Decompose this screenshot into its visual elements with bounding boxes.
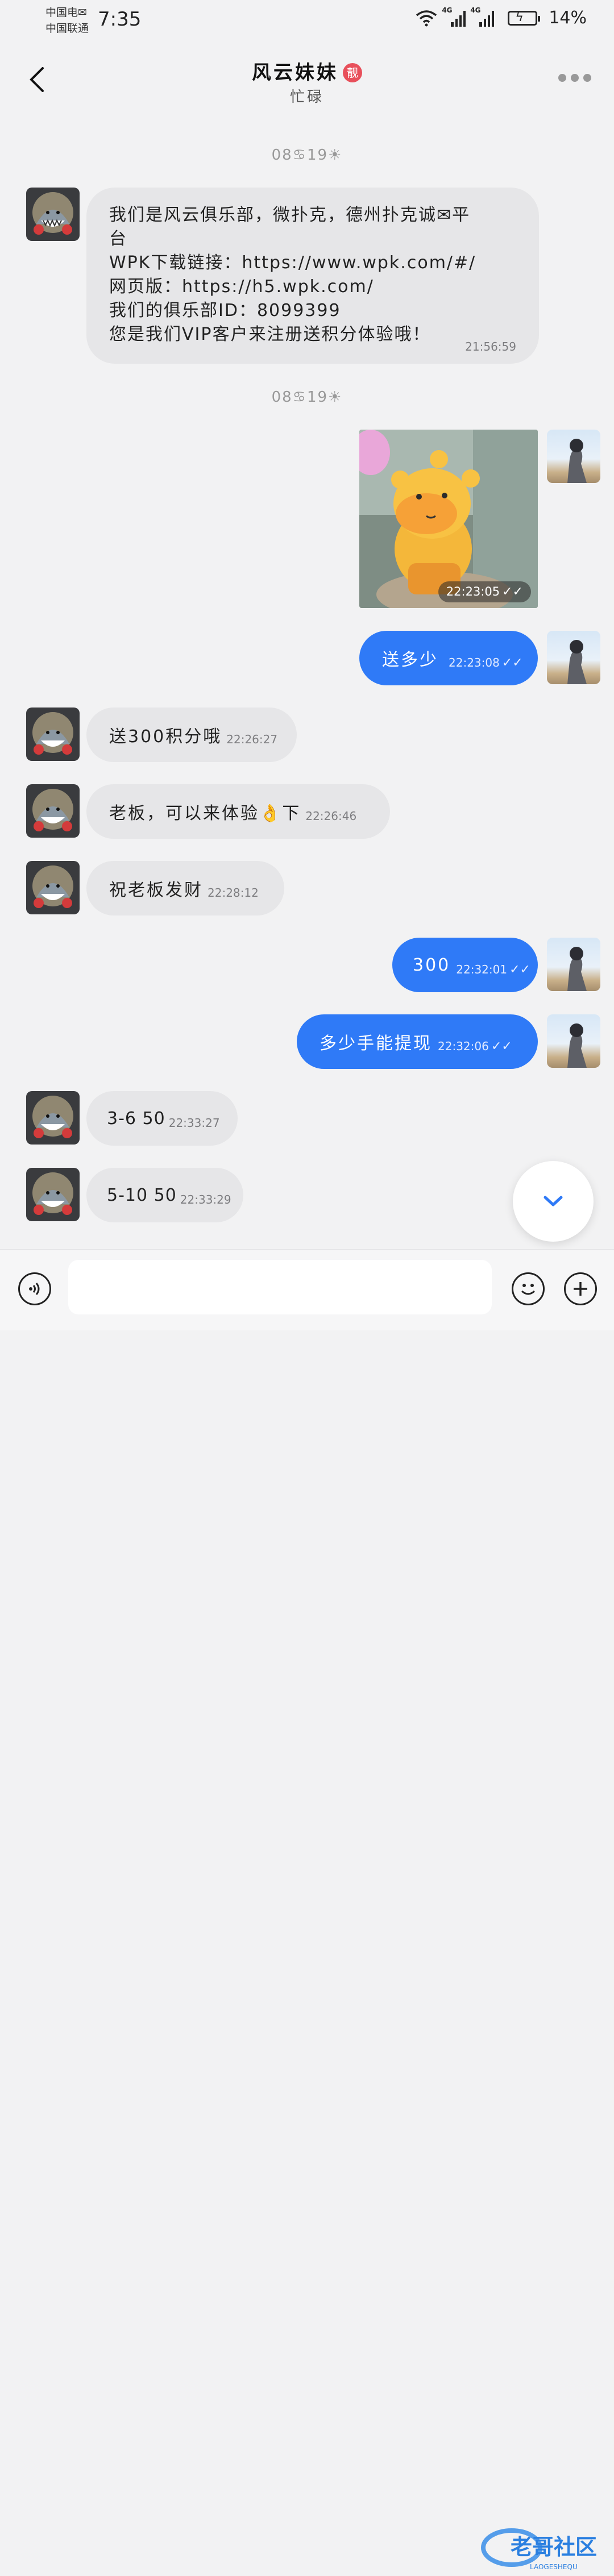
- message-line: 我们的俱乐部ID：8099399: [109, 301, 341, 321]
- carrier-2: 中国联通: [45, 22, 89, 35]
- chat-header: 风云妹妹靓 忙碌: [0, 45, 614, 119]
- contact-status: 忙碌: [289, 89, 324, 106]
- avatar[interactable]: [26, 188, 80, 241]
- shark-avatar-icon: [32, 192, 73, 235]
- message-time: 22:26:46: [305, 809, 357, 823]
- girl-avatar-icon: [567, 947, 587, 991]
- more-icon: [558, 74, 566, 82]
- status-bar: 中国电✉ 中国联通 7:35 4G 4G ϟ 14%: [0, 0, 614, 45]
- battery-icon: ϟ: [508, 10, 541, 26]
- chevron-down-icon: [544, 1196, 563, 1206]
- message-time: 22:32:01: [456, 963, 508, 976]
- message-bubble[interactable]: 送300积分哦 22:26:27: [86, 708, 297, 762]
- avatar[interactable]: [26, 861, 80, 914]
- message-bubble[interactable]: 送多少 22:23:08 ✓✓: [359, 631, 538, 685]
- message-bubble[interactable]: 我们是风云俱乐部，微扑克，德州扑克诚✉平 台 WPK下载链接：https://w…: [86, 188, 539, 364]
- message-time: 21:56:59: [465, 340, 516, 353]
- avatar[interactable]: [547, 631, 600, 684]
- message-line: 您是我们VIP客户来注册送积分体验哦！: [109, 324, 431, 344]
- voice-button[interactable]: [18, 1272, 51, 1305]
- date-separator: 08♋19☀: [271, 389, 343, 406]
- battery-level: 14%: [549, 8, 587, 28]
- shark-avatar-icon: [32, 1172, 73, 1215]
- message-line[interactable]: 网页版：https://h5.wpk.com/: [109, 275, 518, 299]
- message-bubble[interactable]: 老板，可以来体验👌下 22:26:46: [86, 784, 390, 839]
- shark-avatar-icon: [32, 1096, 73, 1138]
- message-line: 我们是风云俱乐部，微扑克，德州扑克诚✉平: [109, 205, 471, 225]
- emoji-icon: [521, 1284, 536, 1295]
- more-button[interactable]: [558, 74, 591, 82]
- carrier-info: 中国电✉ 中国联通: [45, 5, 89, 36]
- plus-icon: [574, 1282, 587, 1296]
- shark-avatar-icon: [32, 789, 73, 831]
- avatar[interactable]: [547, 430, 600, 483]
- message-time: 22:26:27: [226, 733, 278, 746]
- date-separator: 08♋19☀: [271, 147, 343, 164]
- carrier-1: 中国电✉: [45, 6, 87, 19]
- message-text: 多少手能提现: [320, 1034, 432, 1054]
- watermark-text: 老哥社区: [511, 2535, 597, 2560]
- contact-name-wrap[interactable]: 风云妹妹靓: [0, 57, 614, 85]
- message-time: 22:32:06: [438, 1039, 489, 1053]
- avatar[interactable]: [26, 784, 80, 838]
- status-icons: 4G 4G ϟ 14%: [416, 6, 587, 28]
- wifi-icon: [416, 10, 437, 26]
- scroll-to-bottom-button[interactable]: [513, 1161, 594, 1242]
- message-text: 5-10 50: [107, 1185, 177, 1205]
- add-attachment-button[interactable]: [564, 1272, 597, 1305]
- message-text: 送多少: [382, 650, 438, 670]
- message-bubble[interactable]: 祝老板发财 22:28:12: [86, 861, 284, 915]
- avatar[interactable]: [547, 1014, 600, 1068]
- shark-avatar-icon: [32, 712, 73, 755]
- vip-badge: 靓: [343, 63, 362, 82]
- girl-avatar-icon: [567, 439, 587, 483]
- watermark-subtext: LAOGESHEQU: [530, 2563, 578, 2571]
- message-text: 我们是风云俱乐部，微扑克，德州扑克诚✉平 台 WPK下载链接：https://w…: [109, 203, 518, 347]
- image-message[interactable]: 22:23:05 ✓✓: [359, 430, 538, 608]
- message-text: 送300积分哦: [109, 727, 222, 747]
- message-bubble[interactable]: 300 22:32:01 ✓✓: [392, 938, 538, 992]
- message-text: 3-6 50: [107, 1108, 165, 1129]
- input-bar: 老哥社区 LAOGESHEQU: [0, 1249, 614, 2571]
- watermark-logo: 老哥社区 LAOGESHEQU: [479, 2523, 609, 2574]
- avatar[interactable]: [26, 708, 80, 761]
- message-text: 老板，可以来体验👌下: [109, 804, 301, 823]
- message-text: 300: [413, 955, 451, 975]
- voice-icon: [29, 1283, 40, 1295]
- message-time: 22:33:27: [168, 1116, 220, 1130]
- status-time: 7:35: [98, 8, 142, 31]
- network-type-2: 4G: [470, 6, 481, 14]
- message-time: 22:23:08: [449, 656, 500, 669]
- message-text: 祝老板发财: [109, 880, 203, 900]
- signal-icon: 4G: [442, 6, 466, 27]
- shark-avatar-icon: [32, 865, 73, 908]
- network-type-1: 4G: [442, 6, 453, 14]
- message-bubble[interactable]: 5-10 50 22:33:29: [86, 1168, 243, 1222]
- avatar[interactable]: [547, 938, 600, 991]
- message-bubble[interactable]: 3-6 50 22:33:27: [86, 1091, 238, 1146]
- read-ticks: ✓✓: [501, 655, 523, 670]
- emoji-button[interactable]: [512, 1272, 545, 1305]
- read-ticks: ✓✓: [491, 1039, 512, 1054]
- signal-icon: 4G: [470, 6, 495, 27]
- message-time: 22:23:05: [446, 585, 500, 598]
- girl-avatar-icon: [567, 1023, 587, 1068]
- contact-name: 风云妹妹: [252, 61, 338, 84]
- avatar[interactable]: [26, 1091, 80, 1145]
- read-ticks: ✓✓: [509, 962, 530, 977]
- message-bubble[interactable]: 多少手能提现 22:32:06 ✓✓: [297, 1014, 538, 1069]
- message-time: 22:28:12: [208, 886, 259, 900]
- girl-avatar-icon: [567, 640, 587, 684]
- message-line[interactable]: WPK下载链接：https://www.wpk.com/#/: [109, 251, 518, 275]
- message-time: 22:33:29: [180, 1193, 231, 1206]
- watermark-icon: 老哥社区 LAOGESHEQU: [481, 2528, 597, 2571]
- image-timestamp: 22:23:05 ✓✓: [438, 581, 531, 602]
- message-line: 台: [109, 229, 127, 249]
- message-input[interactable]: [68, 1260, 492, 1314]
- read-ticks: ✓✓: [502, 585, 523, 599]
- avatar[interactable]: [26, 1168, 80, 1221]
